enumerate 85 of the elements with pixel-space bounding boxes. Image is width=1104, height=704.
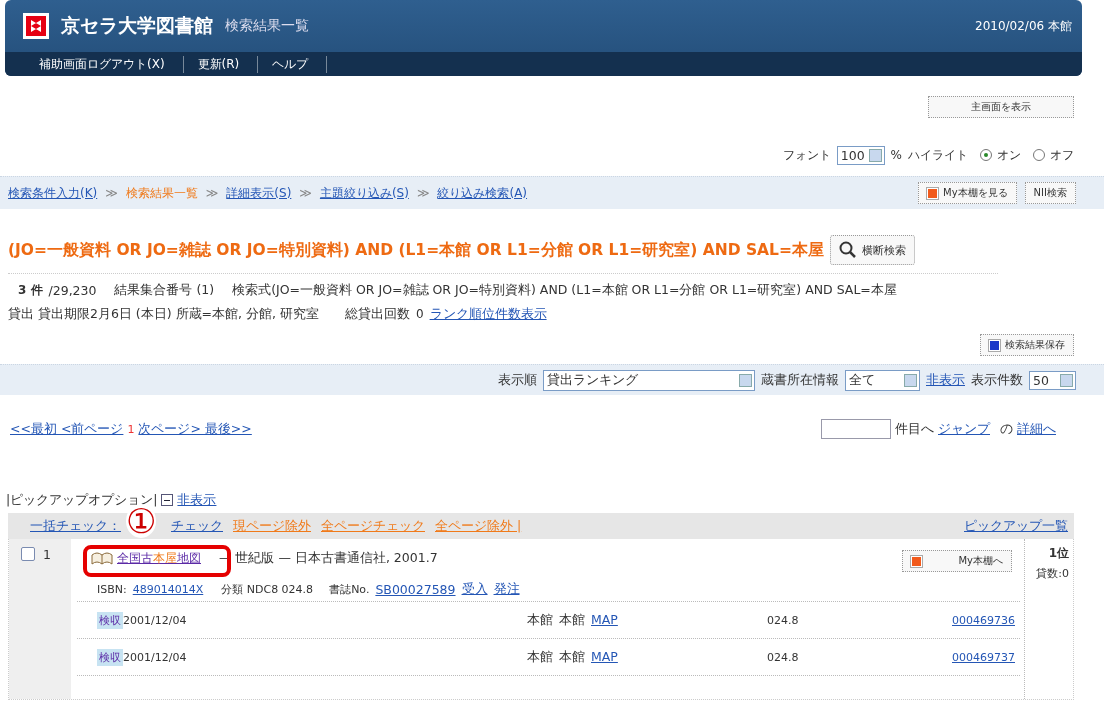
biblio-link[interactable]: SB00027589 — [375, 581, 456, 597]
isbn-label: ISBN: — [97, 582, 127, 596]
of-label: の — [1000, 420, 1013, 438]
percent-sign: % — [890, 148, 902, 162]
result-count: 3 件 — [18, 281, 43, 299]
previous-pages-link[interactable]: <<最初 <前ページ — [10, 420, 124, 438]
next-pages-link[interactable]: 次ページ> 最後>> — [138, 420, 252, 438]
library-name: 京セラ大学図書館 — [61, 13, 213, 38]
biblio-label: 書誌No. — [329, 581, 370, 597]
date-location: 2010/02/06 本館 — [975, 17, 1072, 35]
breadcrumb-link[interactable]: 詳細表示(S) — [226, 184, 292, 202]
bulk-check-label: 一括チェック： — [30, 517, 121, 535]
font-label: フォント — [782, 146, 831, 164]
nav-link[interactable]: 補助画面ログアウト(X) — [25, 55, 184, 73]
pickup-list-link[interactable]: ピックアップ一覧 — [964, 517, 1068, 535]
current-page: 1 — [127, 422, 135, 436]
breadcrumb-link[interactable]: 絞り込み検索(A) — [437, 184, 528, 202]
library-text: 本館 — [527, 611, 553, 629]
check-link[interactable]: チェック — [171, 517, 223, 535]
cross-search-button[interactable]: 横断検索 — [830, 235, 915, 265]
title-link[interactable]: 全国古本屋地図 — [117, 549, 201, 567]
book-icon — [91, 551, 113, 565]
location-text: 本館 — [559, 648, 585, 666]
search-icon — [839, 241, 857, 259]
save-results-button[interactable]: 検索結果保存 — [980, 334, 1074, 356]
rank-link[interactable]: ランク順位件数表示 — [429, 305, 547, 323]
isbn-link[interactable]: 489014014X — [132, 582, 204, 596]
toolbar-button[interactable]: NII検索 — [1024, 182, 1076, 204]
jump-link[interactable]: ジャンプ — [938, 420, 990, 438]
radio-label: オン — [997, 146, 1021, 164]
breadcrumb-separator: ≫ — [105, 186, 118, 200]
sort-order-label: 表示順 — [498, 371, 537, 389]
location-text: 本館 — [559, 611, 585, 629]
item-number-link[interactable]: 000469736 — [952, 613, 1015, 627]
search-expression: 検索式(JO=一般資料 OR JO=雑誌 OR JO=特別資料) AND (L1=本館 OR L1=分館 OR L1=研究室) AND SAL=本屋 — [232, 281, 897, 299]
toolbar-button[interactable]: My本棚を見る — [918, 182, 1017, 204]
result-set-number: 結果集合番号 (1) — [114, 281, 215, 299]
loan-count: 貸数:0 — [1036, 566, 1069, 581]
pickup-hide-link[interactable]: 非表示 — [177, 491, 217, 509]
add-to-shelf-button[interactable]: My本棚へ — [902, 550, 1012, 572]
radio-label: オフ — [1050, 146, 1074, 164]
classification: 分類 NDC8 024.8 — [221, 581, 314, 597]
hide-link[interactable]: 非表示 — [926, 371, 965, 389]
date-text: 2001/12/04 — [123, 650, 187, 664]
main-screen-button[interactable]: 主画面を表示 — [928, 96, 1074, 118]
display-count-label: 表示件数 — [971, 371, 1023, 389]
rank-text: 1位 — [1048, 545, 1069, 562]
breadcrumb-separator: ≫ — [205, 186, 219, 200]
record-number: 1 — [43, 547, 51, 562]
status-badge: 検収 — [97, 611, 123, 629]
record-number-field[interactable] — [821, 419, 891, 439]
location-select[interactable]: 全て — [845, 369, 920, 391]
location-label: 蔵書所在情報 — [761, 371, 839, 389]
date-text: 2001/12/04 — [123, 613, 187, 627]
record-link[interactable]: 受入 — [461, 580, 488, 598]
display-count-select[interactable]: 50 — [1029, 370, 1076, 390]
sort-order-select[interactable]: 貸出ランキング — [543, 369, 755, 391]
loan-info: 貸出 貸出期限2月6日 (本日) 所蔵=本館, 分館, 研究室 — [8, 305, 319, 323]
breadcrumb-link[interactable]: 検索条件入力(K) — [8, 184, 98, 202]
map-link[interactable]: MAP — [591, 648, 618, 666]
record-link[interactable]: 発注 — [493, 580, 520, 598]
library-text: 本館 — [527, 648, 553, 666]
jump-suffix: 件目へ — [895, 420, 934, 438]
nav-link[interactable]: 更新(R) — [183, 55, 259, 73]
query-heading: (JO=一般資料 OR JO=雑誌 OR JO=特別資料) AND (L1=本館 OR L1=分館 OR L1=研究室) AND SAL=本屋 — [8, 239, 824, 261]
logo-icon — [23, 13, 49, 39]
total-loans-value: 0 — [415, 307, 424, 321]
map-link[interactable]: MAP — [591, 611, 618, 629]
highlight-label: ハイライト — [908, 146, 968, 164]
annotation-number: ① — [126, 504, 157, 538]
page-title: 検索結果一覧 — [225, 17, 309, 35]
nav-link[interactable]: ヘルプ — [258, 55, 328, 73]
breadcrumb-separator: ≫ — [299, 186, 312, 200]
total-loans-label: 総貸出回数 — [344, 305, 410, 323]
breadcrumb-separator: ≫ — [416, 186, 430, 200]
font-size-select[interactable]: 100 — [836, 145, 885, 165]
collapse-icon[interactable] — [161, 494, 174, 506]
item-number-link[interactable]: 000469737 — [952, 650, 1015, 664]
total-count: /29,230 — [48, 282, 97, 298]
call-number: 024.8 — [767, 613, 800, 627]
call-number: 024.8 — [767, 650, 800, 664]
status-badge: 検収 — [97, 648, 123, 666]
checkbox[interactable] — [21, 547, 35, 561]
breadcrumb-link[interactable]: 主題絞り込み(S) — [319, 184, 409, 202]
detail-link[interactable]: 詳細へ — [1017, 420, 1056, 438]
